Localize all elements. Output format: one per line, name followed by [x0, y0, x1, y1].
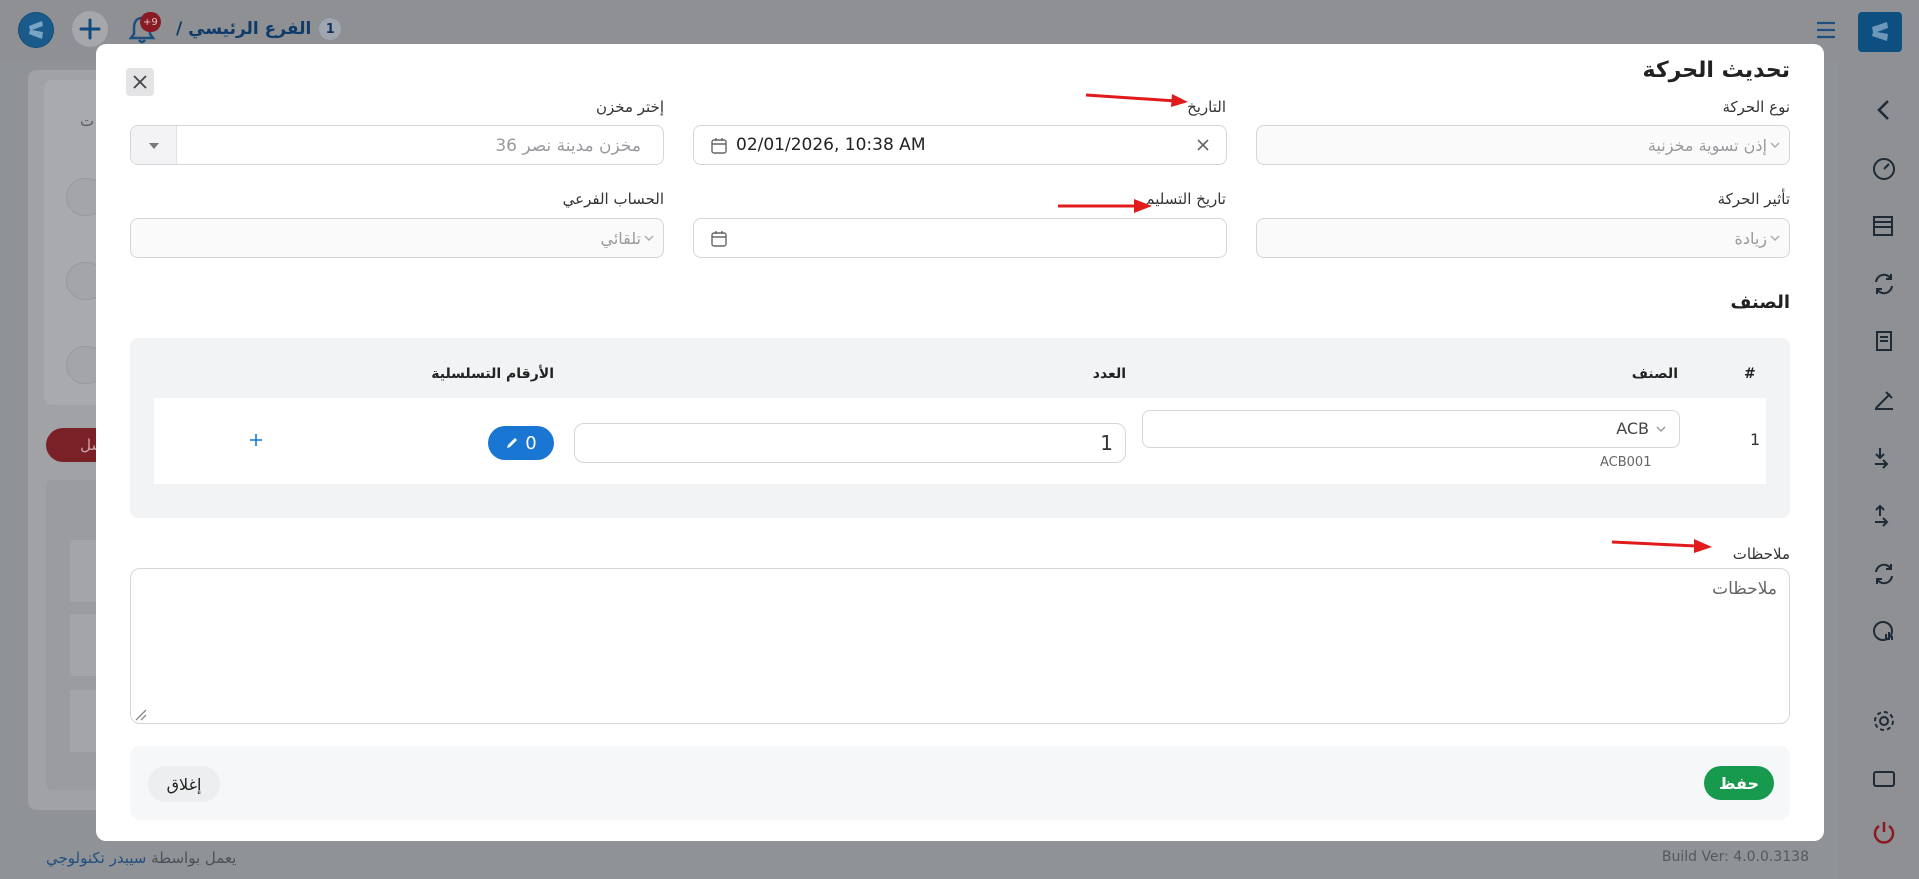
- close-icon: [133, 75, 147, 89]
- transfer-in-icon[interactable]: [1870, 502, 1898, 530]
- build-version: Build Ver: 4.0.0.3138: [1661, 849, 1809, 865]
- date-value: 02/01/2026, 10:38 AM: [736, 135, 926, 155]
- dialog-title: تحديث الحركة: [1642, 58, 1790, 83]
- plus-icon: [250, 434, 262, 446]
- background-partial-text: ت: [80, 112, 95, 130]
- sub-account-select[interactable]: تلقائي: [130, 218, 664, 258]
- serial-count: 0: [525, 432, 537, 454]
- item-select[interactable]: ACB: [1142, 410, 1680, 448]
- row-index: 1: [1750, 430, 1761, 449]
- sub-account-value: تلقائي: [600, 229, 641, 248]
- item-value: ACB: [1616, 419, 1649, 438]
- annotation-arrow-icon: [1058, 199, 1152, 213]
- quantity-value: 1: [1100, 431, 1113, 455]
- chevron-down-icon: [1770, 235, 1780, 241]
- movement-effect-select[interactable]: زيادة: [1256, 218, 1790, 258]
- sync-icon[interactable]: [1870, 270, 1898, 298]
- gear-icon[interactable]: [1870, 707, 1898, 735]
- warehouse-value: مخزن مدينة نصر 36: [495, 136, 641, 156]
- movement-type-select[interactable]: إذن تسوية مخزنية: [1256, 125, 1790, 165]
- menu-icon[interactable]: [1815, 20, 1837, 40]
- annotation-arrow-icon: [1085, 93, 1188, 107]
- plus-icon: [79, 18, 101, 40]
- powered-by-brand-link[interactable]: سيبدر تكنولوجي: [46, 849, 146, 867]
- invoice-icon[interactable]: [1870, 328, 1898, 356]
- caret-down-icon: [149, 143, 159, 149]
- transfer-out-icon[interactable]: [1870, 444, 1898, 472]
- date-field[interactable]: 02/01/2026, 10:38 AM: [693, 125, 1227, 165]
- close-button[interactable]: إغلاق: [148, 766, 220, 802]
- branch-name: الفرع الرئيسي /: [176, 19, 312, 39]
- chevron-down-icon: [1656, 426, 1666, 432]
- chevron-down-icon: [644, 235, 654, 241]
- powered-by-prefix: يعمل بواسطة: [151, 849, 237, 867]
- branch-number: 1: [319, 18, 342, 40]
- calendar-icon: [711, 138, 727, 154]
- screen-icon[interactable]: [1870, 765, 1898, 793]
- save-button[interactable]: حفظ: [1704, 766, 1774, 800]
- notes-label: ملاحظات: [1732, 545, 1790, 563]
- notes-placeholder: ملاحظات: [1712, 579, 1777, 599]
- warehouse-select[interactable]: مخزن مدينة نصر 36: [130, 125, 664, 165]
- refresh-icon[interactable]: [1870, 560, 1898, 588]
- movement-effect-value: زيادة: [1734, 229, 1767, 248]
- items-section-title: الصنف: [1730, 292, 1790, 313]
- sub-account-label: الحساب الفرعي: [562, 190, 664, 208]
- annotation-arrow-icon: [1611, 539, 1712, 553]
- branch-selector[interactable]: 1 الفرع الرئيسي /: [176, 16, 342, 42]
- quick-add-button[interactable]: [72, 11, 108, 47]
- chevron-down-icon: [1770, 142, 1780, 148]
- power-icon[interactable]: [1870, 818, 1898, 846]
- calendar-icon: [711, 231, 727, 247]
- movement-type-value: إذن تسوية مخزنية: [1647, 136, 1767, 155]
- pencil-icon: [507, 438, 518, 448]
- table-header-item: الصنف: [1631, 366, 1678, 382]
- app-logo-icon[interactable]: [18, 12, 54, 48]
- table-header-serials: الأرقام التسلسلية: [431, 366, 554, 382]
- update-movement-dialog: تحديث الحركة نوع الحركة التاريخ إختر مخز…: [96, 44, 1824, 841]
- edit-serials-button[interactable]: 0: [488, 426, 554, 460]
- brand-logo-icon[interactable]: [1858, 12, 1902, 52]
- clear-icon[interactable]: [1196, 138, 1210, 152]
- notes-textarea[interactable]: ملاحظات: [130, 568, 1790, 724]
- movement-effect-label: تأثير الحركة: [1717, 190, 1790, 208]
- warehouse-dropdown-toggle[interactable]: [131, 126, 177, 164]
- tools-icon[interactable]: [1870, 386, 1898, 414]
- table-header-quantity: العدد: [1092, 366, 1126, 382]
- resize-handle-icon[interactable]: [133, 707, 147, 721]
- dialog-footer: [130, 746, 1790, 820]
- reports-icon[interactable]: [1870, 618, 1898, 646]
- chevron-left-icon[interactable]: [1870, 96, 1898, 124]
- table-header-index: #: [1744, 366, 1756, 382]
- movement-type-label: نوع الحركة: [1722, 98, 1790, 116]
- close-dialog-button[interactable]: [126, 68, 154, 96]
- add-row-button[interactable]: [244, 428, 268, 452]
- store-icon[interactable]: [1870, 212, 1898, 240]
- item-code: ACB001: [1600, 455, 1652, 470]
- quantity-input[interactable]: 1: [574, 423, 1126, 463]
- dashboard-gauge-icon[interactable]: [1870, 154, 1898, 182]
- warehouse-label: إختر مخزن: [595, 98, 664, 116]
- powered-by: يعمل بواسطة سيبدر تكنولوجي: [46, 849, 236, 867]
- notifications-badge: +9: [140, 12, 161, 32]
- delivery-date-field[interactable]: [693, 218, 1227, 258]
